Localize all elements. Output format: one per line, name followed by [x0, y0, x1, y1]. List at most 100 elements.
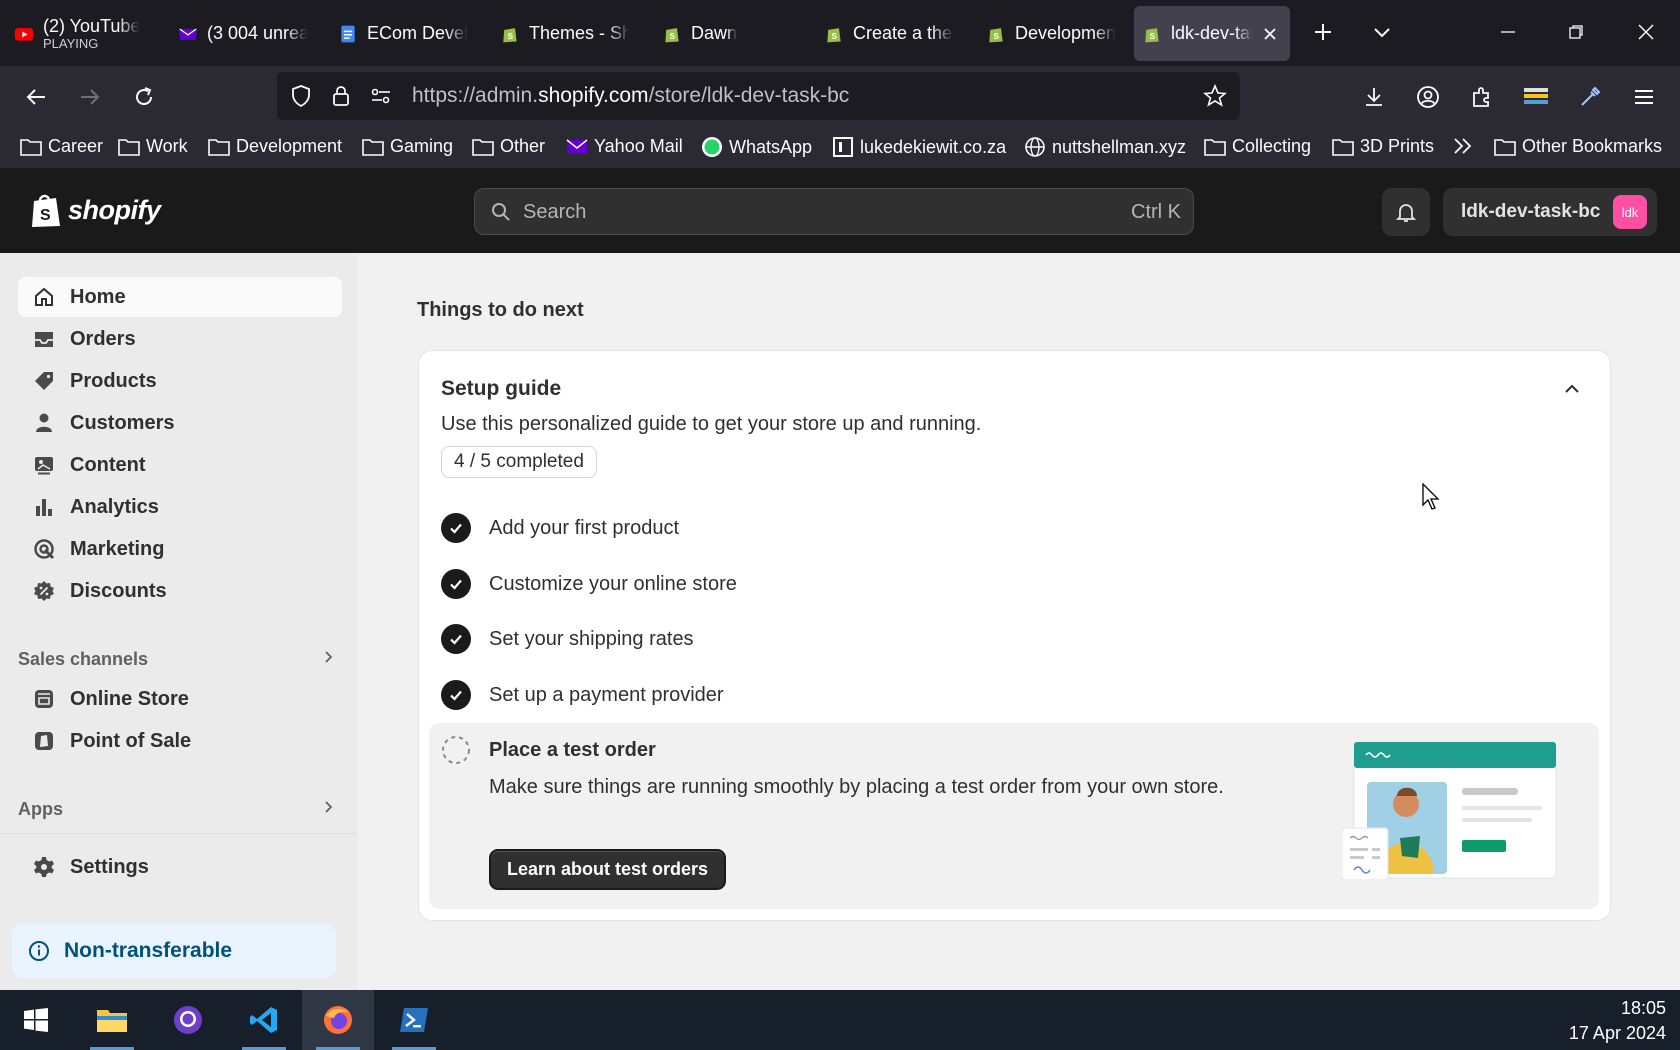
sidebar-item-point-of-sale[interactable]: Point of Sale: [18, 721, 342, 761]
tab-yahoo-mail[interactable]: (3 004 unread): [170, 6, 316, 61]
taskbar-firefox[interactable]: [302, 990, 374, 1050]
color-picker-button[interactable]: [1570, 78, 1610, 116]
account-icon: [1417, 86, 1439, 108]
sidebar-item-online-store[interactable]: Online Store: [18, 679, 342, 719]
back-button[interactable]: [16, 78, 56, 116]
person-icon: [36, 413, 52, 432]
github-desktop-icon: [174, 1006, 202, 1034]
minimize-button[interactable]: [1488, 14, 1528, 50]
sidebar-item-marketing[interactable]: Marketing: [18, 529, 342, 569]
bookmarks-overflow-button[interactable]: [1452, 136, 1474, 156]
setup-guide-title: Setup guide: [441, 377, 562, 400]
url-bar[interactable]: https://admin.shopify.com/store/ldk-dev-…: [277, 72, 1240, 120]
powershell-icon: [400, 1008, 428, 1032]
task-set-up-payment-provider[interactable]: Set up a payment provider: [441, 680, 724, 710]
star-icon[interactable]: [1203, 84, 1227, 108]
sidebar-item-settings[interactable]: Settings: [18, 847, 342, 887]
search-input[interactable]: Search Ctrl K: [474, 188, 1194, 235]
forward-button[interactable]: [70, 78, 110, 116]
url-text[interactable]: https://admin.shopify.com/store/ldk-dev-…: [412, 84, 849, 108]
tab-create-theme[interactable]: S Create a theme: [816, 6, 962, 61]
vscode-icon: [250, 1007, 277, 1033]
bookmark-label: Development: [236, 136, 343, 156]
bookmark-label: lukedekiewit.co.za: [860, 136, 1007, 157]
tab-themes[interactable]: S Themes - Shopify: [492, 6, 638, 61]
account-button[interactable]: [1408, 78, 1448, 116]
task-set-shipping-rates[interactable]: Set your shipping rates: [441, 624, 694, 654]
task-add-first-product[interactable]: Add your first product: [441, 513, 679, 543]
svg-text:S: S: [994, 31, 1000, 41]
start-button[interactable]: [0, 990, 72, 1050]
current-task-title: Place a test order: [489, 739, 656, 761]
bookmark-lukedekiewit[interactable]: lukedekiewit.co.za: [832, 136, 1006, 158]
hamburger-icon: [1635, 90, 1653, 104]
sidebar-item-discounts[interactable]: Discounts: [18, 571, 342, 611]
incomplete-circle-icon[interactable]: [441, 735, 471, 765]
new-tab-button[interactable]: [1303, 14, 1343, 50]
reload-button[interactable]: [124, 78, 164, 116]
extension-stack-button[interactable]: [1516, 78, 1556, 116]
bookmark-career[interactable]: Career: [20, 136, 103, 157]
taskbar-vscode[interactable]: [228, 990, 300, 1050]
apps-header[interactable]: Apps: [18, 799, 336, 820]
bookmark-yahoo-mail[interactable]: Yahoo Mail: [566, 136, 683, 157]
scrollbar[interactable]: [1664, 253, 1680, 990]
arrow-right-icon: [81, 89, 100, 105]
pos-icon: [35, 732, 53, 750]
menu-button[interactable]: [1624, 78, 1664, 116]
tab-youtube[interactable]: (2) YouTube PLAYING: [6, 6, 166, 61]
system-clock[interactable]: 18:05 17 Apr 2024: [1569, 996, 1666, 1046]
clock-time: 18:05: [1620, 998, 1666, 1018]
target-icon: [34, 539, 55, 560]
bookmark-nuttshellman[interactable]: nuttshellman.xyz: [1024, 136, 1186, 158]
tab-dawn[interactable]: S Dawn: [654, 6, 794, 61]
permissions-icon[interactable]: [369, 84, 393, 108]
taskbar-github-desktop[interactable]: [152, 990, 224, 1050]
sidebar-item-customers[interactable]: Customers: [18, 403, 342, 443]
bookmark-work[interactable]: Work: [118, 136, 188, 157]
sidebar-item-products[interactable]: Products: [18, 361, 342, 401]
store-switcher-button[interactable]: ldk-dev-task-bc ldk: [1443, 188, 1657, 236]
restore-button[interactable]: [1556, 14, 1596, 50]
sidebar-item-home[interactable]: Home: [18, 277, 342, 317]
tab-development[interactable]: S Development: [978, 6, 1124, 61]
shopify-logo[interactable]: S shopify: [30, 192, 161, 228]
image-icon: [35, 457, 53, 475]
sales-channels-header[interactable]: Sales channels: [18, 649, 336, 670]
list-all-tabs-button[interactable]: [1362, 14, 1402, 50]
task-customize-online-store[interactable]: Customize your online store: [441, 569, 737, 599]
bookmark-other-bookmarks[interactable]: Other Bookmarks: [1494, 136, 1662, 157]
bookmark-gaming[interactable]: Gaming: [362, 136, 453, 157]
extensions-button[interactable]: [1462, 78, 1502, 116]
tab-title: Create a theme: [853, 23, 954, 43]
downloads-button[interactable]: [1354, 78, 1394, 116]
notifications-button[interactable]: [1382, 188, 1430, 236]
bookmark-whatsapp[interactable]: WhatsApp: [701, 136, 812, 158]
bookmark-other[interactable]: Other: [472, 136, 545, 157]
folder-icon: [1332, 138, 1354, 156]
lock-icon[interactable]: [329, 84, 353, 108]
sidebar-item-orders[interactable]: Orders: [18, 319, 342, 359]
stack-extension-icon: [1524, 88, 1548, 104]
mouse-cursor-icon: [1422, 483, 1440, 510]
sidebar-item-analytics[interactable]: Analytics: [18, 487, 342, 527]
shield-icon[interactable]: [289, 84, 313, 108]
bookmark-3d-prints[interactable]: 3D Prints: [1332, 136, 1434, 157]
tab-ecom-developer[interactable]: ECom Developer: [330, 6, 476, 61]
bookmark-development[interactable]: Development: [208, 136, 342, 157]
home-icon: [35, 287, 53, 306]
svg-text:S: S: [670, 31, 676, 41]
collapse-setup-guide-button[interactable]: [1560, 377, 1584, 401]
close-tab-icon[interactable]: [1262, 26, 1278, 42]
tab-ldk-dev-task-bc[interactable]: S ldk-dev-task-bc: [1134, 6, 1290, 61]
shopify-icon: S: [827, 27, 841, 42]
bookmark-collecting[interactable]: Collecting: [1204, 136, 1311, 157]
taskbar-file-explorer[interactable]: [76, 990, 148, 1050]
close-window-button[interactable]: [1626, 14, 1666, 50]
learn-about-test-orders-button[interactable]: Learn about test orders: [489, 849, 726, 890]
sidebar-item-label: Settings: [70, 855, 149, 878]
sidebar-item-content[interactable]: Content: [18, 445, 342, 485]
taskbar-powershell[interactable]: [378, 990, 450, 1050]
non-transferable-banner[interactable]: Non-transferable: [12, 924, 336, 978]
bookmark-label: Other: [500, 136, 546, 156]
